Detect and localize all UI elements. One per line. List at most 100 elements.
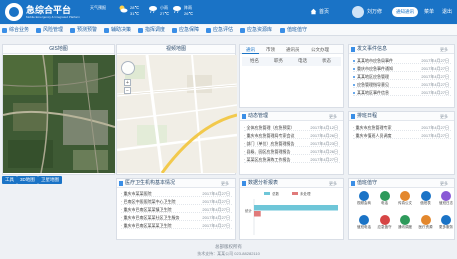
avatar[interactable] [352,6,364,18]
hospital-header: 医疗卫生机构基本情况 更多 [117,179,235,188]
toolbar-item-4[interactable]: 指挥调度 [138,26,165,35]
zoom-out-button[interactable]: − [124,87,131,94]
list-item[interactable]: · 县级、园区应急管理报告 2017年4月26日 [244,148,340,155]
weather-day2-bottom: 27℃ [160,11,169,16]
dynamic-title: 动态管理 [248,113,269,119]
legend-label: 总数 [272,191,280,196]
col-phone: 电话 [298,58,307,63]
list-item[interactable]: · 重庆市某某医院 2017年4月27日 [121,190,232,197]
tab-contacts[interactable]: 通讯 [242,46,259,54]
list-item[interactable]: 某某地市应急局事件 2017年4月27日 [353,57,451,64]
chart-bars: 统计 [245,199,338,235]
toolbar-item-6[interactable]: 应急评估 [206,26,233,35]
pan-control[interactable] [121,61,135,75]
app-root: 急综合平台 Mobile Emergency & Integrated Plat… [0,0,457,259]
logout-link[interactable]: 退出 [442,8,452,15]
duty-item[interactable]: 更多服务 [435,215,457,233]
col-title: 职务 [274,58,283,63]
toolbar-label: 值班值守 [287,27,308,33]
toolbar-item-0[interactable]: 综合业务 [2,26,29,35]
toolbar-item-5[interactable]: 应急保障 [172,26,199,35]
duty-item[interactable]: 医疗资源 [415,215,437,233]
toolbar-item-1[interactable]: 风险管理 [36,26,63,35]
duty-item[interactable]: 电话 [374,191,396,209]
gis-panel: GIS地图 [2,44,115,175]
database-icon [240,28,245,33]
toolbar-item-8[interactable]: 值班值守 [280,26,307,35]
street-map-drawing [117,55,237,173]
zoom-in-button[interactable]: + [124,79,131,86]
weather-label: 天气预报 [90,5,106,10]
tab-documents[interactable]: 公文办理 [307,46,333,54]
hospital-more-link[interactable]: 更多 [221,180,229,187]
toolbar-label: 预测预警 [77,27,98,33]
map-tab-tools[interactable]: 工具 [2,176,17,184]
bullet-icon [353,76,355,78]
weather-day3-bottom: 26℃ [184,11,193,16]
list-item[interactable]: 重庆市应急事件通知 2017年4月27日 [353,65,451,72]
map-tab-3d[interactable]: 3D地图 [17,176,38,184]
category-label: 统计 [245,208,252,213]
list-item[interactable]: 应急管理指导意见 2017年4月27日 [353,81,451,88]
list-item[interactable]: · 重庆市巴南区某某某卫生院 2017年4月27日 [121,222,232,229]
chart-legend: 总数 未处理 [264,191,311,196]
more-icon [441,215,451,225]
duty-more-link[interactable]: 更多 [440,180,448,187]
video-map-header: 视频地图 [117,45,235,54]
home-link[interactable]: 首页 [319,8,329,15]
toolbar-item-3[interactable]: 辅助决策 [104,26,131,35]
duty-title: 值班值守 [357,180,378,186]
satellite-map[interactable] [3,55,115,173]
user-name[interactable]: 刘万修 [367,8,382,15]
duty-item[interactable]: 值班电话 [353,215,375,233]
duty-label: 视频会商 [357,201,371,205]
duty-icon [280,28,285,33]
duty-label: 值班日志 [439,201,453,205]
phone-book-icon [359,215,369,225]
list-item[interactable]: · 全体应急管理（应急预案） 2017年4月12日 [244,124,340,131]
duty-item[interactable]: 应急值守 [374,215,396,233]
schedule-more-link[interactable]: 更多 [440,113,448,120]
list-item[interactable]: · 部门（单位）应急管理报告 2017年4月23日 [244,140,340,147]
list-item[interactable]: 某某地区应急管理 2017年4月27日 [353,73,451,80]
brand-subtitle: Mobile Emergency & Integrated Platform [26,15,81,19]
street-map[interactable]: + − [117,55,237,173]
list-item[interactable]: · 巴南区中医医院某中心卫生院 2017年4月27日 [121,198,232,205]
toolbar-item-7[interactable]: 应急资源库 [240,26,272,35]
bar-pending [254,211,261,217]
list-item[interactable]: 某某地区事件信息 2017年4月27日 [353,89,451,96]
hospital-title: 医疗卫生机构基本情况 [125,180,176,186]
menu-link[interactable]: 菜单 [424,8,434,15]
phone-icon [379,191,390,201]
map-tab-satellite[interactable]: 卫星地图 [38,176,62,184]
weather-today-bottom: 31℃ [130,11,139,16]
panel-icon [119,181,123,186]
tab-liaisons[interactable]: 通讯员 [282,46,304,54]
grid-icon [2,28,7,33]
list-item[interactable]: · 重庆市巴南区某某镇卫生院 2017年4月27日 [121,206,232,213]
panel-icon [242,114,246,119]
duty-item[interactable]: 传真公文 [394,191,416,209]
duty-item[interactable]: 值班表 [415,191,437,209]
module-toolbar: 综合业务 风险管理 预测预警 辅助决策 指挥调度 应急保障 应急评估 应急资源库… [0,25,457,36]
tab-leaders[interactable]: 市领 [262,46,279,54]
list-item[interactable]: · 重庆市巴南区某某社区卫生服务 2017年4月27日 [121,214,232,221]
list-item[interactable]: · 重庆市应急管理局专家会议 2017年4月26日 [244,132,340,139]
decision-icon [104,28,109,33]
notice-more-link[interactable]: 更多 [440,46,448,53]
bullet-icon [353,84,355,86]
list-item[interactable]: · 重庆市应急管理专家 2017年4月27日 [353,124,451,131]
list-item[interactable]: · 重庆市值班人员调度 2017年4月27日 [353,132,451,139]
contacts-panel: 通讯 市领 通讯员 公文办理 姓名 职务 电话 状态 [239,44,344,108]
duty-item[interactable]: 值班日志 [435,191,457,209]
duty-header: 值班值守 更多 [349,179,454,188]
duty-item[interactable]: 通讯调度 [394,215,416,233]
toolbar-label: 应急资源库 [247,27,273,33]
notice-button[interactable]: 通知通讯 [392,7,418,17]
duty-item[interactable]: 视频会商 [353,191,375,209]
list-item[interactable]: · 某某区应急演练工作报告 2017年4月27日 [244,156,340,163]
toolbar-item-2[interactable]: 预测预警 [70,26,97,35]
chart-more-link[interactable]: 更多 [329,180,337,187]
notice-panel: 发文事件信息 更多 某某地市应急局事件 2017年4月27日 重庆市应急事件通知 2… [348,44,455,108]
dynamic-more-link[interactable]: 更多 [329,113,337,120]
